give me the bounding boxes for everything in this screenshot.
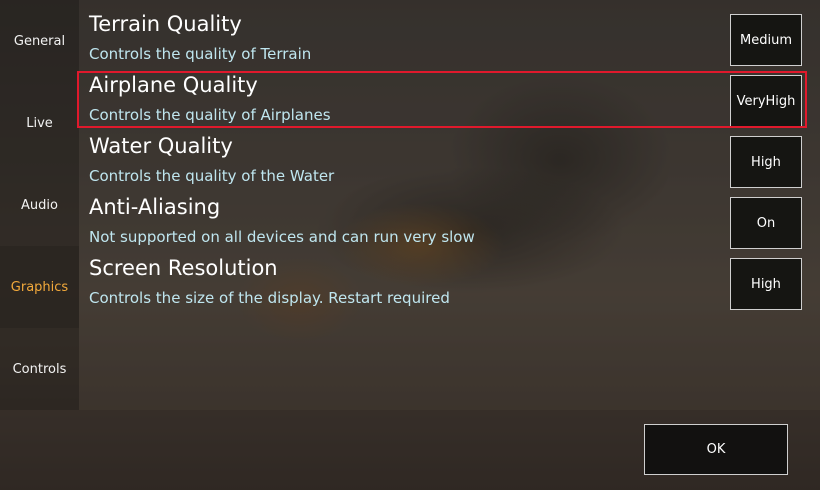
- setting-title: Airplane Quality: [89, 73, 258, 97]
- tab-live-label: Live: [26, 115, 53, 131]
- anti-aliasing-value: On: [756, 215, 776, 231]
- ok-button[interactable]: OK: [644, 424, 788, 475]
- terrain-quality-button[interactable]: Medium: [730, 14, 802, 66]
- tab-general[interactable]: General: [0, 0, 79, 82]
- terrain-quality-value: Medium: [740, 32, 792, 48]
- screen-resolution-button[interactable]: High: [730, 258, 802, 310]
- setting-airplane-quality: Airplane Quality Controls the quality of…: [79, 61, 820, 127]
- setting-title: Terrain Quality: [89, 12, 242, 36]
- setting-terrain-quality: Terrain Quality Controls the quality of …: [79, 0, 820, 66]
- airplane-quality-button[interactable]: VeryHigh: [730, 75, 802, 127]
- settings-panel: Terrain Quality Controls the quality of …: [79, 0, 820, 410]
- anti-aliasing-button[interactable]: On: [730, 197, 802, 249]
- tab-controls-label: Controls: [12, 361, 67, 377]
- setting-anti-aliasing: Anti-Aliasing Not supported on all devic…: [79, 183, 820, 249]
- setting-title: Anti-Aliasing: [89, 195, 221, 219]
- water-quality-button[interactable]: High: [730, 136, 802, 188]
- setting-title: Water Quality: [89, 134, 233, 158]
- setting-description: Controls the size of the display. Restar…: [89, 289, 450, 307]
- setting-screen-resolution: Screen Resolution Controls the size of t…: [79, 244, 820, 310]
- setting-title: Screen Resolution: [89, 256, 278, 280]
- tab-controls[interactable]: Controls: [0, 328, 79, 410]
- screen-resolution-value: High: [751, 276, 781, 292]
- settings-sidebar: General Live Audio Graphics Controls: [0, 0, 79, 410]
- airplane-quality-value: VeryHigh: [736, 93, 796, 109]
- water-quality-value: High: [751, 154, 781, 170]
- tab-audio-label: Audio: [21, 197, 58, 213]
- tab-graphics[interactable]: Graphics: [0, 246, 79, 328]
- tab-graphics-label: Graphics: [10, 279, 69, 295]
- tab-audio[interactable]: Audio: [0, 164, 79, 246]
- tab-general-label: General: [13, 33, 66, 49]
- tab-live[interactable]: Live: [0, 82, 79, 164]
- setting-water-quality: Water Quality Controls the quality of th…: [79, 122, 820, 188]
- ok-button-label: OK: [706, 442, 726, 457]
